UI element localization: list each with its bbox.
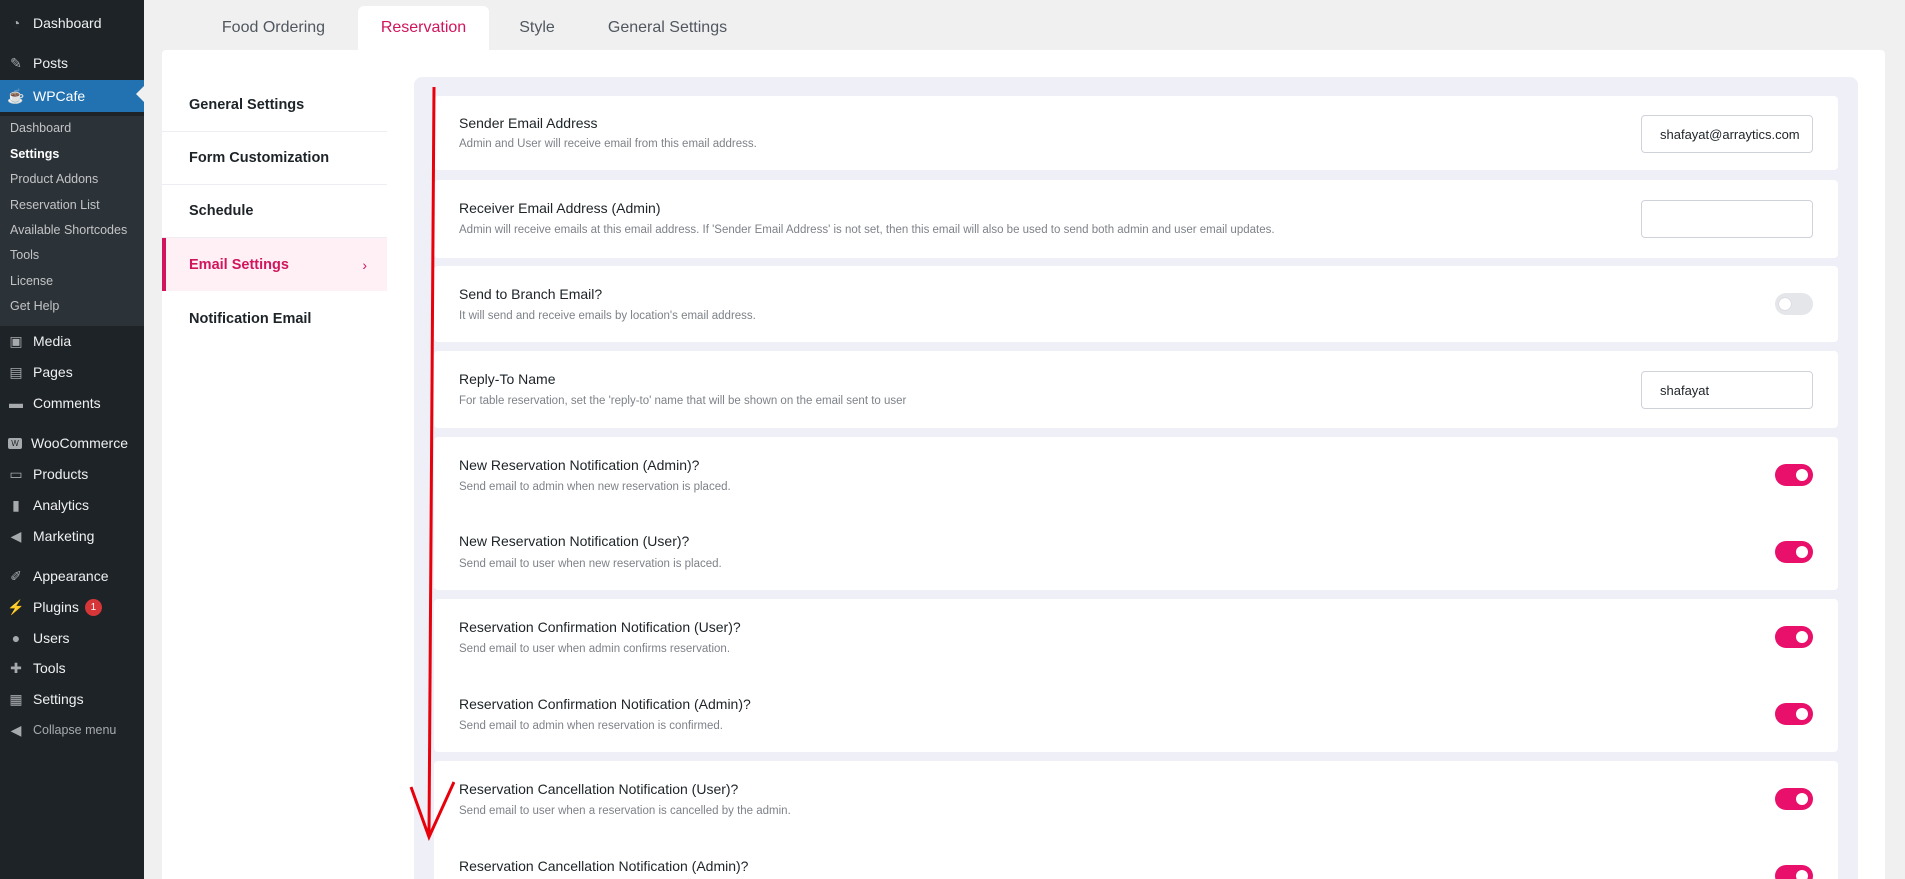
reply-to-title: Reply-To Name	[459, 371, 556, 387]
pin-icon: ✎	[10, 54, 22, 71]
menu-dashboard[interactable]: ◔ Dashboard	[0, 9, 144, 37]
cancel-user-title: Reservation Cancellation Notification (U…	[459, 781, 739, 797]
menu-comments[interactable]: ▬ Comments	[0, 389, 144, 417]
new-res-admin-desc: Send email to admin when new reservation…	[459, 481, 731, 493]
new-res-user-title: New Reservation Notification (User)?	[459, 533, 690, 549]
cancel-admin-toggle[interactable]	[1775, 865, 1813, 879]
collapse-icon: ◀	[10, 721, 22, 738]
toggle-knob	[1796, 870, 1808, 879]
new-res-user-toggle[interactable]	[1775, 541, 1813, 563]
toggle-knob	[1779, 298, 1791, 310]
brush-icon: ✐	[10, 567, 22, 584]
chevron-right-icon: ›	[362, 256, 367, 273]
cancel-user-toggle[interactable]	[1775, 788, 1813, 810]
toggle-knob	[1796, 546, 1808, 558]
receiver-email-title: Receiver Email Address (Admin)	[459, 200, 661, 216]
menu-wpcafe[interactable]: ☕ WPCafe	[0, 80, 144, 112]
branch-email-desc: It will send and receive emails by locat…	[459, 310, 756, 322]
submenu-reservation-list[interactable]: Reservation List	[10, 198, 100, 212]
menu-analytics[interactable]: ▮ Analytics	[0, 491, 144, 519]
menu-woocommerce[interactable]: W WooCommerce	[0, 429, 144, 457]
woocommerce-icon: W	[8, 437, 22, 449]
nav-general-settings[interactable]: General Settings	[162, 79, 387, 132]
collapse-menu-button[interactable]: ◀ Collapse menu	[0, 716, 144, 744]
user-icon: ●	[11, 630, 21, 646]
receiver-email-desc: Admin will receive emails at this email …	[459, 224, 1275, 236]
tab-food-ordering[interactable]: Food Ordering	[196, 6, 351, 50]
sender-email-card	[434, 96, 1838, 170]
annotation-arrow	[409, 86, 455, 841]
toggle-knob	[1796, 631, 1808, 643]
submenu-get-help[interactable]: Get Help	[10, 299, 59, 313]
wpcafe-icon: ☕	[7, 87, 25, 104]
cancel-admin-title: Reservation Cancellation Notification (A…	[459, 858, 749, 874]
menu-users[interactable]: ● Users	[0, 624, 144, 652]
nav-notification-email[interactable]: Notification Email	[162, 292, 387, 345]
menu-marketing[interactable]: ◀ Marketing	[0, 522, 144, 550]
menu-tools[interactable]: ✚ Tools	[0, 654, 144, 682]
new-res-admin-title: New Reservation Notification (Admin)?	[459, 457, 700, 473]
menu-media[interactable]: ▣ Media	[0, 327, 144, 355]
submenu-product-addons[interactable]: Product Addons	[10, 172, 98, 186]
confirm-user-title: Reservation Confirmation Notification (U…	[459, 619, 741, 635]
media-icon: ▣	[9, 332, 23, 349]
megaphone-icon: ◀	[10, 527, 22, 544]
tab-reservation[interactable]: Reservation	[358, 6, 489, 50]
cancel-user-desc: Send email to user when a reservation is…	[459, 805, 791, 817]
nav-schedule[interactable]: Schedule	[162, 185, 387, 238]
new-res-admin-toggle[interactable]	[1775, 464, 1813, 486]
wrench-icon: ✚	[10, 659, 22, 676]
submenu-license[interactable]: License	[10, 274, 53, 288]
submenu-settings[interactable]: Settings	[10, 147, 59, 161]
plugins-update-badge: 1	[84, 598, 102, 616]
submenu-tools[interactable]: Tools	[10, 248, 39, 262]
new-res-user-desc: Send email to user when new reservation …	[459, 558, 722, 570]
receiver-email-input[interactable]	[1641, 200, 1813, 238]
confirm-user-desc: Send email to user when admin confirms r…	[459, 643, 731, 655]
admin-sidebar: ◔ Dashboard ✎ Posts ☕ WPCafe Dashboard S…	[0, 0, 144, 879]
products-icon: ▭	[9, 465, 23, 482]
analytics-icon: ▮	[12, 496, 20, 513]
branch-email-toggle[interactable]	[1775, 293, 1813, 315]
confirm-user-toggle[interactable]	[1775, 626, 1813, 648]
branch-email-card	[434, 266, 1838, 342]
menu-appearance[interactable]: ✐ Appearance	[0, 562, 144, 590]
submenu-available-shortcodes[interactable]: Available Shortcodes	[10, 223, 127, 237]
reply-to-input[interactable]	[1641, 371, 1813, 409]
toggle-knob	[1796, 469, 1808, 481]
sender-email-desc: Admin and User will receive email from t…	[459, 138, 757, 150]
plugin-icon: ⚡	[7, 598, 25, 615]
confirm-admin-desc: Send email to admin when reservation is …	[459, 720, 723, 732]
nav-form-customization[interactable]: Form Customization	[162, 132, 387, 185]
nav-email-settings[interactable]: Email Settings ›	[162, 238, 387, 291]
toggle-knob	[1796, 708, 1808, 720]
menu-plugins[interactable]: ⚡ Plugins 1	[0, 593, 144, 621]
receiver-email-card	[434, 180, 1838, 258]
menu-pages[interactable]: ▤ Pages	[0, 358, 144, 386]
confirm-admin-title: Reservation Confirmation Notification (A…	[459, 696, 751, 712]
tab-style[interactable]: Style	[496, 6, 578, 50]
menu-settings[interactable]: ▦ Settings	[0, 685, 144, 713]
toggle-knob	[1796, 793, 1808, 805]
reply-to-desc: For table reservation, set the 'reply-to…	[459, 395, 907, 407]
settings-icon: ▦	[9, 690, 23, 707]
menu-products[interactable]: ▭ Products	[0, 460, 144, 488]
tab-general-settings[interactable]: General Settings	[590, 6, 745, 50]
dashboard-icon: ◔	[11, 15, 21, 31]
sender-email-input[interactable]	[1641, 115, 1813, 153]
sender-email-title: Sender Email Address	[459, 115, 598, 131]
pages-icon: ▤	[9, 363, 23, 380]
menu-posts[interactable]: ✎ Posts	[0, 49, 144, 77]
branch-email-title: Send to Branch Email?	[459, 286, 603, 302]
confirm-admin-toggle[interactable]	[1775, 703, 1813, 725]
reply-to-card	[434, 351, 1838, 428]
submenu-dashboard[interactable]: Dashboard	[10, 121, 71, 135]
comments-icon: ▬	[9, 395, 23, 411]
